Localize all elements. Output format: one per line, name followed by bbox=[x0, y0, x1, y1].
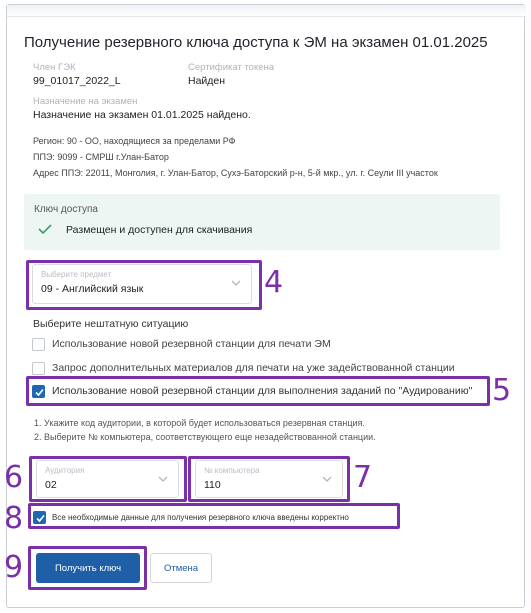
instruction-2: 2. Выберите № компьютера, соответствующе… bbox=[34, 432, 376, 442]
access-key-panel: Ключ доступа Размещен и доступен для ска… bbox=[24, 194, 500, 250]
annotation-number-6: 6 bbox=[4, 460, 24, 495]
member-label: Член ГЭК bbox=[33, 62, 76, 73]
situation-title: Выберите нештатную ситуацию bbox=[33, 318, 189, 330]
top-strip bbox=[7, 5, 526, 17]
highlight-box-9 bbox=[28, 546, 147, 590]
annotation-number-8: 8 bbox=[4, 501, 24, 536]
assignment-label: Назначение на экзамен bbox=[33, 96, 138, 107]
annotation-number-7: 7 bbox=[353, 460, 373, 495]
dialog-title: Получение резервного ключа доступа к ЭМ … bbox=[24, 34, 488, 51]
situation-option-1-checkbox[interactable] bbox=[32, 338, 45, 351]
assignment-value: Назначение на экзамен 01.01.2025 найдено… bbox=[33, 109, 251, 121]
situation-option-2-label: Запрос дополнительных материалов для печ… bbox=[52, 362, 455, 374]
address-text: Адрес ППЭ: 22011, Монголия, г. Улан-Бато… bbox=[33, 168, 438, 178]
highlight-box-4 bbox=[26, 260, 262, 310]
highlight-box-5 bbox=[26, 376, 490, 406]
highlight-box-7 bbox=[188, 456, 350, 502]
situation-option-2-checkbox[interactable] bbox=[32, 362, 45, 375]
access-key-header: Ключ доступа bbox=[34, 204, 98, 215]
highlight-box-6 bbox=[29, 456, 187, 502]
certificate-label: Сертификат токена bbox=[188, 62, 275, 73]
certificate-value: Найден bbox=[188, 75, 226, 87]
check-icon bbox=[38, 224, 52, 234]
situation-option-1-label: Использование новой резервной станции дл… bbox=[52, 338, 331, 350]
member-value: 99_01017_2022_L bbox=[33, 75, 121, 87]
ppe-text: ППЭ: 9099 - СМРШ г.Улан-Батор bbox=[33, 152, 169, 162]
cancel-button[interactable]: Отмена bbox=[150, 553, 212, 583]
annotation-number-5: 5 bbox=[492, 373, 512, 408]
access-key-status: Размещен и доступен для скачивания bbox=[66, 224, 253, 236]
highlight-box-8 bbox=[28, 503, 400, 529]
annotation-number-9: 9 bbox=[4, 550, 24, 585]
instruction-1: 1. Укажите код аудитории, в которой буде… bbox=[34, 418, 365, 428]
region-text: Регион: 90 - ОО, находящиеся за пределам… bbox=[33, 136, 236, 146]
annotation-number-4: 4 bbox=[264, 265, 284, 300]
